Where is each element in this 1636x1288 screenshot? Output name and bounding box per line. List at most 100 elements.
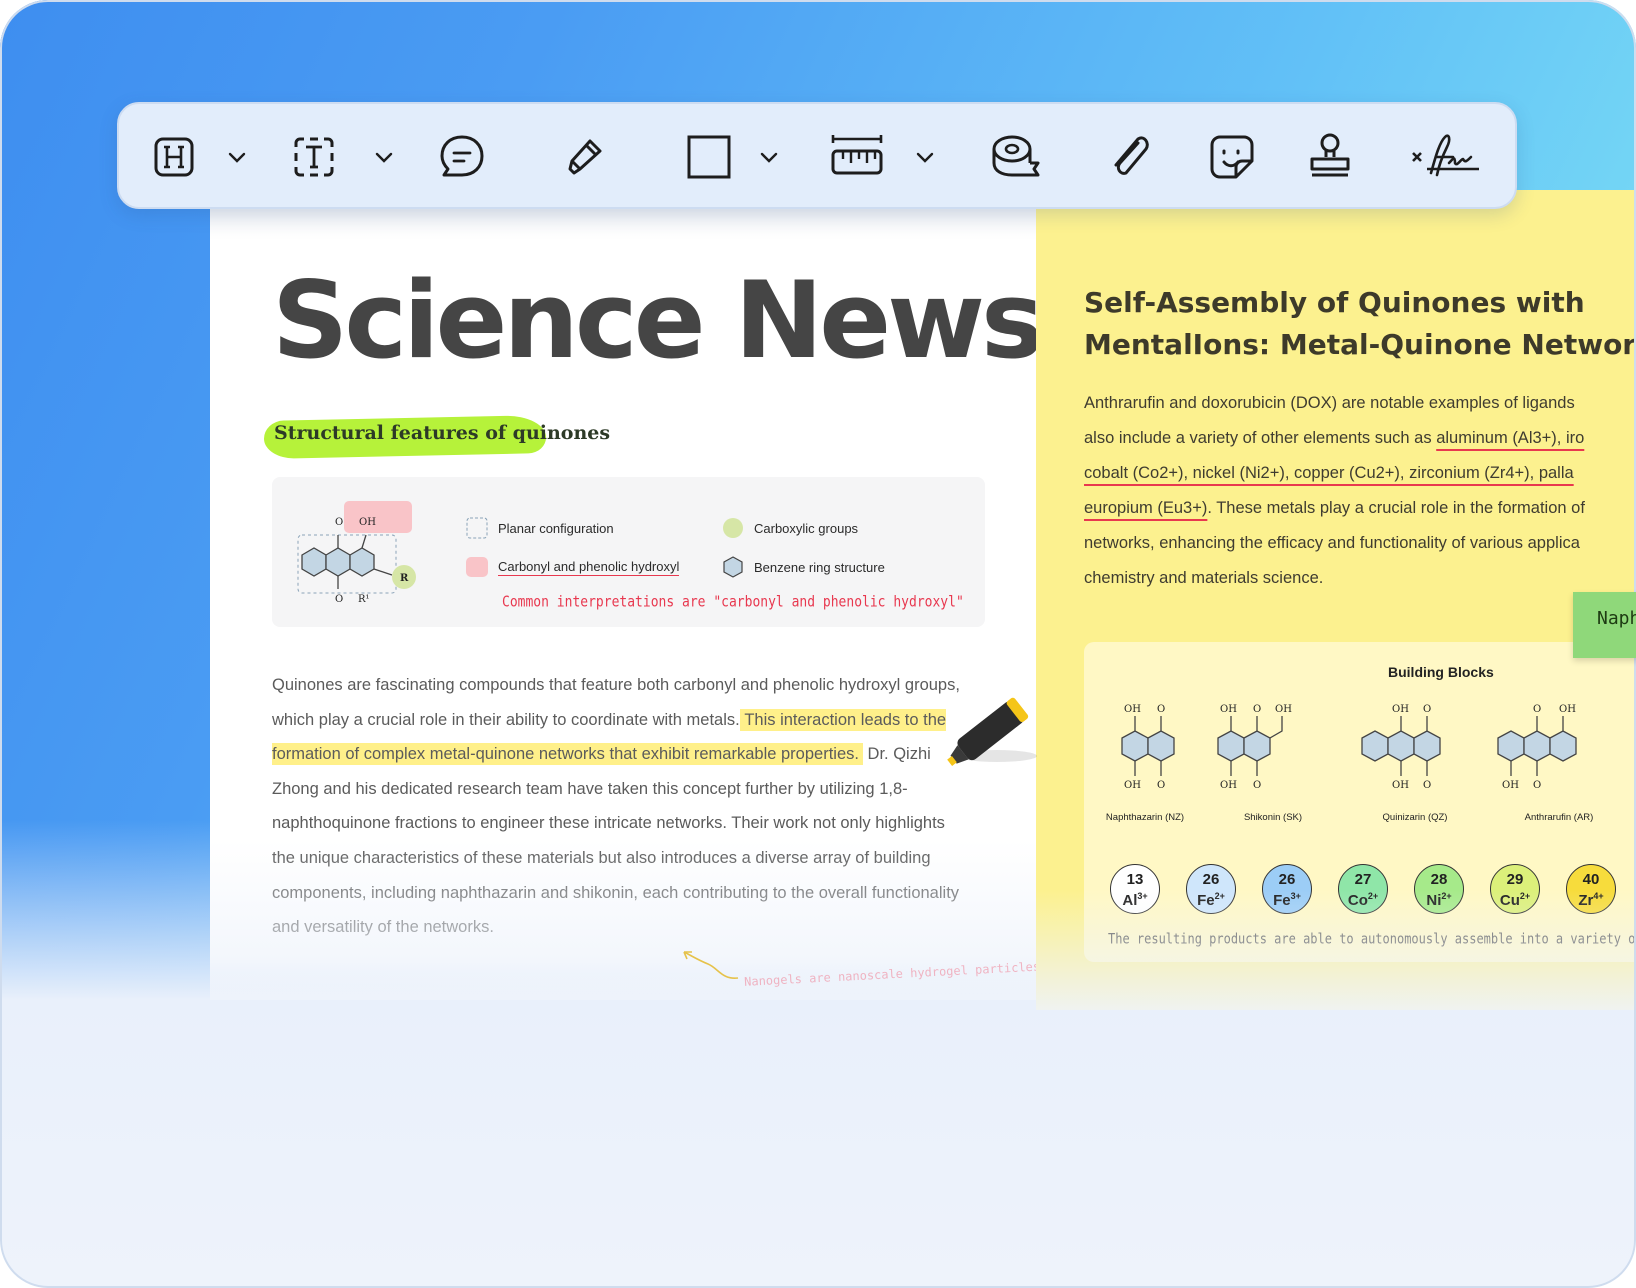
legend-label: Benzene ring structure bbox=[754, 559, 885, 575]
body-line: chemistry and materials science. bbox=[1084, 569, 1324, 587]
ruler-icon bbox=[831, 135, 883, 175]
ion-element: Co bbox=[1347, 892, 1368, 909]
ion-element: Zr bbox=[1578, 892, 1594, 909]
molecule-oh-top-label: OH bbox=[359, 517, 376, 528]
quinone-structure-diagram: O OH O R¹ R bbox=[297, 501, 416, 605]
chevron-down-icon bbox=[228, 152, 246, 163]
building-blocks-panel: Building Blocks OH O OH O Naphthazarin (… bbox=[1084, 642, 1636, 962]
text-box-icon bbox=[294, 137, 334, 177]
highlighter-marker-icon bbox=[947, 697, 1037, 766]
ion-badge: 27 Co2+ bbox=[1338, 864, 1388, 914]
ion-charge: 3+ bbox=[1137, 891, 1148, 901]
page-title: Science News bbox=[272, 259, 1044, 382]
ion-symbol: Fe3+ bbox=[1263, 888, 1311, 909]
chevron-down-icon bbox=[916, 152, 934, 163]
ion-element: Fe bbox=[1197, 892, 1215, 909]
text-tool-dropdown[interactable] bbox=[371, 144, 397, 170]
legend-label: Carbonyl and phenolic hydroxyl bbox=[498, 558, 680, 576]
title-line: MentalIons: Metal-Quinone Networks bbox=[1084, 328, 1636, 361]
tape-roll-icon bbox=[992, 135, 1040, 177]
ion-badge: 13 Al3+ bbox=[1110, 864, 1160, 914]
group-label: OH bbox=[1124, 704, 1141, 715]
legend-item-planar: Planar configuration bbox=[466, 517, 614, 539]
subtitle-highlight[interactable]: Structural features of quinones bbox=[263, 415, 616, 459]
body-text: . These metals play a crucial role in th… bbox=[1207, 499, 1585, 517]
attachment-tool-button[interactable] bbox=[1101, 128, 1159, 186]
ion-element: Cu bbox=[1499, 892, 1520, 909]
ion-element: Al bbox=[1122, 892, 1138, 909]
signature-tool-button[interactable] bbox=[1409, 128, 1481, 186]
app-window: Science News Structural features of quin… bbox=[0, 0, 1636, 1288]
ion-badge: 26 Fe2+ bbox=[1186, 864, 1236, 914]
underlined-text[interactable]: cobalt (Co2+), nickel (Ni2+), copper (Cu… bbox=[1084, 464, 1574, 482]
text-tool-button[interactable] bbox=[285, 128, 343, 186]
group-label: OH bbox=[1502, 780, 1519, 791]
highlighter-tool-button[interactable] bbox=[555, 128, 613, 186]
shape-tool-dropdown[interactable] bbox=[756, 144, 782, 170]
handwritten-annotation[interactable]: Common interpretations are "carbonyl and… bbox=[502, 594, 964, 611]
handwritten-note[interactable]: Nanogels are nanoscale hydrogel particle… bbox=[744, 959, 1048, 989]
molecule-name: Shikonin (SK) bbox=[1243, 812, 1303, 823]
shape-tool-button[interactable] bbox=[680, 128, 738, 186]
ion-charge: 2+ bbox=[1367, 891, 1379, 901]
molecule-name: Quinizarin (QZ) bbox=[1382, 812, 1448, 823]
group-label: O bbox=[1423, 780, 1431, 791]
legend-item-carbonyl: Carbonyl and phenolic hydroxyl bbox=[466, 556, 680, 578]
group-label: O bbox=[1533, 704, 1541, 715]
molecule-name: Anthrarufin (AR) bbox=[1524, 812, 1594, 823]
molecule-r-label: R bbox=[400, 573, 409, 584]
article-body: Quinones are fascinating compounds that … bbox=[272, 668, 972, 945]
heading-icon bbox=[154, 137, 194, 177]
article-body-right: Anthrarufin and doxorubicin (DOX) are no… bbox=[1084, 386, 1636, 596]
ion-atomic-number: 27 bbox=[1354, 871, 1372, 888]
molecule-r1-label: R¹ bbox=[358, 594, 370, 605]
body-text: also include a variety of other elements… bbox=[1084, 429, 1437, 447]
quinizarin-structure: OH O OH O bbox=[1361, 704, 1441, 791]
green-circle-icon bbox=[723, 518, 743, 538]
body-line: networks, enhancing the efficacy and fun… bbox=[1084, 534, 1580, 552]
signature-icon bbox=[1412, 134, 1479, 177]
ion-charge: 2+ bbox=[1214, 891, 1225, 901]
ion-charge: 4+ bbox=[1593, 891, 1604, 901]
ion-element: Ni bbox=[1426, 892, 1442, 909]
ion-badge: 26 Fe3+ bbox=[1262, 864, 1312, 914]
ion-atomic-number: 28 bbox=[1430, 871, 1448, 888]
comment-tool-button[interactable] bbox=[433, 128, 491, 186]
ion-symbol: Co2+ bbox=[1339, 888, 1387, 909]
group-label: O bbox=[1423, 704, 1431, 715]
underlined-text[interactable]: aluminum (Al3+), iro bbox=[1436, 429, 1584, 447]
document-page-left: Science News Structural features of quin… bbox=[210, 200, 1048, 1000]
tape-tool-button[interactable] bbox=[987, 128, 1045, 186]
group-label: O bbox=[1533, 780, 1541, 791]
chevron-down-icon bbox=[760, 152, 778, 163]
ion-badge: 29 Cu2+ bbox=[1490, 864, 1540, 914]
group-label: O bbox=[1253, 780, 1261, 791]
molecule-name: Naphthazarin (NZ) bbox=[1105, 812, 1185, 823]
group-label: OH bbox=[1124, 780, 1141, 791]
ion-badge: 40 Zr4+ bbox=[1566, 864, 1616, 914]
measure-tool-dropdown[interactable] bbox=[912, 144, 938, 170]
measure-tool-button[interactable] bbox=[828, 128, 886, 186]
ion-charge: 2+ bbox=[1441, 891, 1452, 901]
header-tool-button[interactable] bbox=[147, 128, 205, 186]
sticker-tool-button[interactable] bbox=[1203, 128, 1261, 186]
stamp-tool-button[interactable] bbox=[1301, 128, 1359, 186]
ion-atomic-number: 13 bbox=[1126, 871, 1144, 888]
ion-atomic-number: 26 bbox=[1278, 871, 1296, 888]
arrow-annotation-icon bbox=[683, 951, 739, 979]
group-label: OH bbox=[1220, 704, 1237, 715]
handwritten-note[interactable]: The resulting products are able to auton… bbox=[1108, 931, 1636, 947]
sticky-note[interactable]: Naphth bbox=[1573, 592, 1636, 658]
ion-symbol: Zr4+ bbox=[1567, 888, 1615, 909]
section-subtitle: Structural features of quinones bbox=[274, 422, 611, 444]
group-label: OH bbox=[1392, 780, 1409, 791]
ion-atomic-number: 26 bbox=[1202, 871, 1220, 888]
header-tool-dropdown[interactable] bbox=[224, 144, 250, 170]
ion-symbol: Fe2+ bbox=[1187, 888, 1235, 909]
legend-item-benzene: Benzene ring structure bbox=[722, 556, 885, 578]
body-paragraph: Dr. Qizhi Zhong and his dedicated resear… bbox=[272, 745, 960, 937]
ion-badge: 28 Ni2+ bbox=[1414, 864, 1464, 914]
structure-legend-box: O OH O R¹ R Planar configuration Carboxy… bbox=[272, 477, 985, 627]
underlined-text[interactable]: europium (Eu3+) bbox=[1084, 499, 1207, 517]
ion-symbol: Ni2+ bbox=[1415, 888, 1463, 909]
